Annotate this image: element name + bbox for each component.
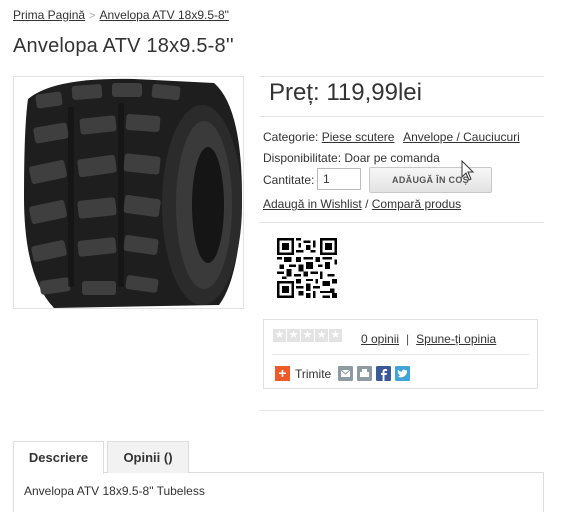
divider-links — [259, 222, 544, 223]
star-icon: ★ — [315, 329, 328, 342]
availability-value: Doar pe comanda — [344, 151, 440, 165]
category-link-piese-scutere[interactable]: Piese scutere — [322, 130, 395, 144]
category-label: Categorie: — [263, 130, 319, 144]
facebook-icon[interactable] — [376, 366, 392, 381]
product-actions: Adaugă in Wishlist / Compară produs — [263, 197, 461, 211]
tire-image — [24, 78, 242, 308]
twitter-icon[interactable] — [395, 366, 411, 381]
rating-stars: ★ ★ ★ ★ ★ — [273, 329, 342, 342]
mouse-cursor-icon — [461, 160, 475, 181]
breadcrumb-current-link[interactable]: Anvelopa ATV 18x9.5-8" — [99, 8, 228, 22]
review-box: ★ ★ ★ ★ ★ 0 opinii | Spune-ți opinia + Tri… — [263, 319, 538, 389]
star-icon: ★ — [329, 329, 342, 342]
breadcrumb-separator: > — [89, 10, 96, 22]
availability-label: Disponibilitate: — [263, 151, 342, 165]
compare-product-link[interactable]: Compară produs — [372, 197, 461, 211]
breadcrumb: Prima Pagină > Anvelopa ATV 18x9.5-8" — [13, 8, 229, 22]
share-label[interactable]: Trimite — [295, 367, 331, 381]
links-separator: / — [365, 197, 369, 211]
review-separator: | — [406, 332, 410, 346]
star-icon: ★ — [273, 329, 286, 342]
review-count-link[interactable]: 0 opinii — [361, 332, 399, 346]
email-icon[interactable] — [338, 366, 354, 381]
star-icon: ★ — [301, 329, 314, 342]
availability-row: Disponibilitate: Doar pe comanda — [263, 151, 440, 165]
product-image[interactable] — [13, 76, 244, 309]
category-link-anvelope[interactable]: Anvelope / Cauciucuri — [403, 130, 520, 144]
share-plus-icon[interactable]: + — [275, 366, 290, 381]
divider-price — [259, 116, 544, 117]
page-title: Anvelopa ATV 18x9.5-8'' — [13, 35, 234, 57]
write-review-link[interactable]: Spune-ți opinia — [416, 332, 496, 346]
print-icon[interactable] — [357, 366, 373, 381]
product-description: Anvelopa ATV 18x9.5-8" Tubeless — [24, 484, 205, 498]
share-bar: + Trimite — [275, 366, 411, 381]
tab-descriere[interactable]: Descriere — [13, 441, 104, 474]
tab-opinii[interactable]: Opinii () — [107, 441, 189, 473]
review-links: 0 opinii | Spune-ți opinia — [361, 332, 496, 346]
star-icon: ★ — [287, 329, 300, 342]
product-price: Preț: 119,99lei — [269, 79, 422, 106]
breadcrumb-home-link[interactable]: Prima Pagină — [13, 8, 85, 22]
category-row: Categorie: Piese scutere Anvelope / Cauc… — [263, 130, 526, 144]
quantity-label: Cantitate: — [263, 173, 315, 187]
divider-top — [259, 76, 544, 77]
add-to-wishlist-link[interactable]: Adaugă in Wishlist — [263, 197, 362, 211]
qr-code-icon — [277, 238, 337, 298]
divider-bottom — [259, 410, 544, 411]
review-divider — [272, 354, 529, 355]
quantity-input[interactable] — [317, 168, 361, 190]
